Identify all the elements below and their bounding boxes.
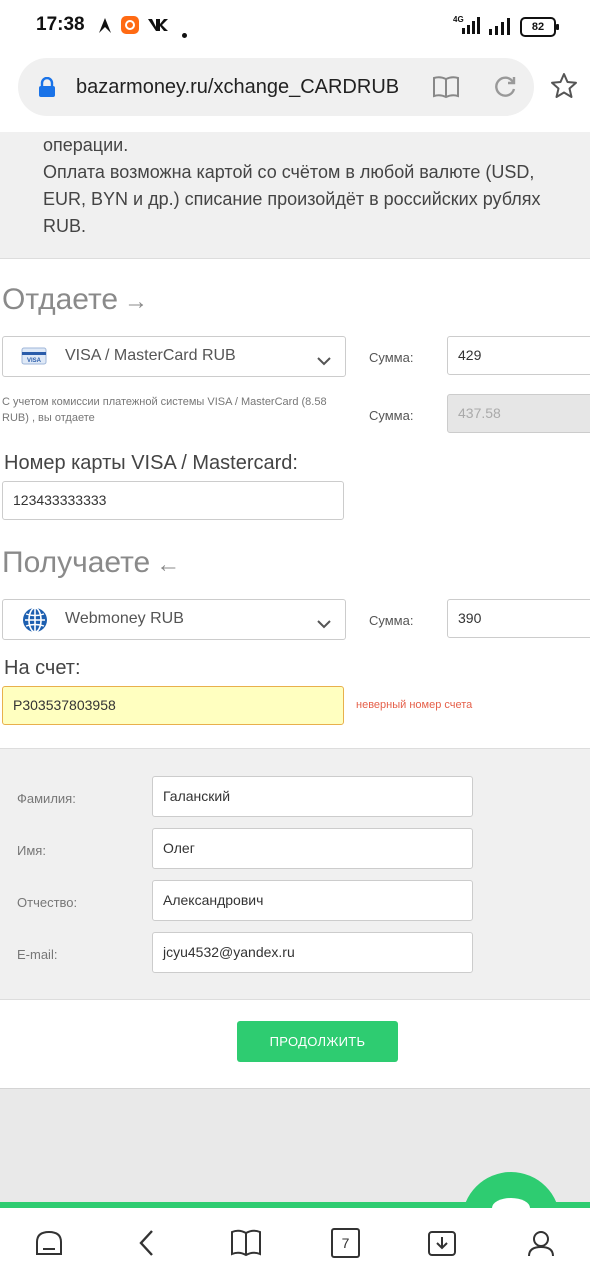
give-total-input: 437.58 [447, 394, 590, 433]
card-number-input[interactable]: 123433333333 [2, 481, 344, 520]
card-number-label: Номер карты VISA / Mastercard: [4, 452, 298, 474]
browser-toolbar: bazarmoney.ru/xchange_CARDRUB [0, 52, 590, 132]
browser-bottom-nav: 7 [0, 1208, 590, 1280]
reader-mode-icon[interactable] [432, 75, 460, 103]
last-name-label: Фамилия: [17, 791, 76, 806]
account-error-message: неверный номер счета [356, 699, 473, 711]
give-heading-text: Отдаете [2, 283, 119, 316]
commission-hint: С учетом комиссии платежной системы VISA… [2, 396, 327, 424]
downloads-icon[interactable] [427, 1228, 457, 1262]
signal-4g-icon: 4G [452, 14, 484, 40]
vk-icon [147, 17, 169, 36]
status-time: 17:38 [36, 14, 85, 35]
receive-currency-label: Webmoney RUB [65, 610, 184, 627]
bookmark-star-icon[interactable] [550, 72, 578, 104]
visa-icon: VISA [21, 346, 47, 370]
payment-notice: операции. Оплата возможна картой со счёт… [0, 132, 590, 259]
receive-amount-label: Сумма: [369, 613, 414, 628]
reload-icon[interactable] [492, 74, 518, 104]
first-name-input[interactable]: Олег [152, 828, 473, 869]
bookmarks-icon[interactable] [230, 1228, 262, 1262]
chevron-down-icon [317, 351, 331, 370]
back-icon[interactable] [136, 1228, 158, 1262]
home-icon[interactable] [34, 1228, 64, 1262]
last-name-input[interactable]: Галанский [152, 776, 473, 817]
address-bar[interactable]: bazarmoney.ru/xchange_CARDRUB [18, 58, 534, 116]
receive-heading-text: Получаете [2, 546, 151, 579]
receive-currency-select[interactable]: Webmoney RUB [2, 599, 346, 640]
notice-line-2c: RUB. [43, 216, 87, 236]
give-heading: Отдаете → [2, 283, 148, 317]
tabs-count-button[interactable]: 7 [331, 1228, 360, 1258]
give-total-label: Сумма: [369, 408, 414, 423]
first-name-label: Имя: [17, 843, 46, 858]
notice-line-2a: Оплата возможна картой со счётом в любой… [43, 162, 535, 182]
app-notification-icon [120, 15, 140, 39]
more-notifications-icon [182, 23, 187, 42]
personal-data-section: Фамилия: Галанский Имя: Олег Отчество: А… [0, 748, 590, 1000]
notice-line-2b: EUR, BYN и др.) списание произойдёт в ро… [43, 189, 541, 209]
network-type-label: 4G [453, 15, 464, 24]
notice-line-1: операции. [43, 135, 129, 155]
continue-button[interactable]: ПРОДОЛЖИТЬ [237, 1021, 398, 1062]
webmoney-icon [21, 606, 49, 638]
svg-text:VISA: VISA [27, 358, 42, 364]
give-amount-input[interactable]: 429 [447, 336, 590, 375]
chevron-down-icon [317, 614, 331, 633]
signal-icon [488, 17, 512, 39]
give-currency-label: VISA / MasterCard RUB [65, 347, 236, 364]
give-currency-select[interactable]: VISA VISA / MasterCard RUB [2, 336, 346, 377]
receive-heading: Получаете ← [2, 546, 180, 580]
middle-name-input[interactable]: Александрович [152, 880, 473, 921]
status-bar: 17:38 4G 82 [0, 0, 590, 52]
arrow-right-icon: → [124, 288, 149, 315]
account-label: На счет: [4, 657, 81, 679]
give-amount-label: Сумма: [369, 350, 414, 365]
lock-icon [38, 76, 56, 101]
email-input[interactable]: jcyu4532@yandex.ru [152, 932, 473, 973]
navigation-app-icon [96, 15, 114, 39]
receive-amount-input[interactable]: 390 [447, 599, 590, 638]
exchange-form-page: операции. Оплата возможна картой со счёт… [0, 132, 590, 1088]
middle-name-label: Отчество: [17, 895, 78, 910]
account-input[interactable]: P303537803958 [2, 686, 344, 725]
url-text[interactable]: bazarmoney.ru/xchange_CARDRUB [76, 76, 402, 99]
battery-indicator: 82 [520, 17, 559, 37]
profile-icon[interactable] [526, 1228, 556, 1262]
email-label: E-mail: [17, 947, 58, 962]
arrow-left-icon: ← [156, 551, 181, 578]
